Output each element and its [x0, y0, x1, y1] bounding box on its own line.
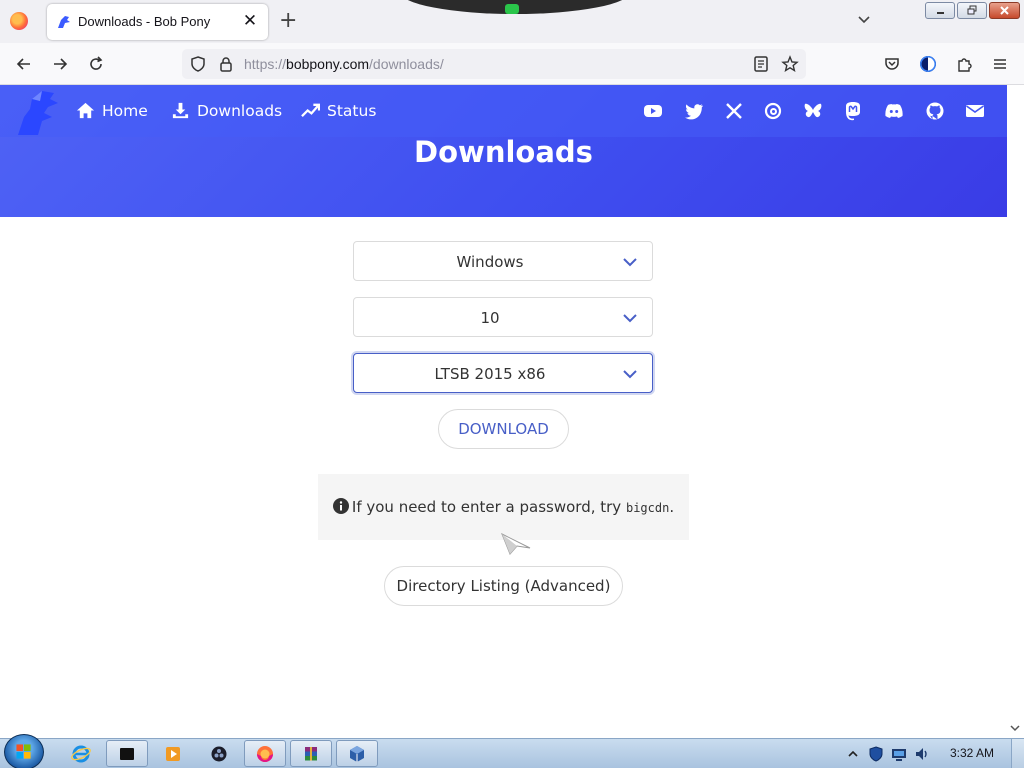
tab-list-icon[interactable] [856, 11, 872, 27]
taskbar-winrar[interactable] [290, 740, 332, 767]
notice-text: If you need to enter a password, try big… [318, 498, 689, 516]
nav-home-label: Home [102, 101, 148, 120]
chevron-down-icon [623, 314, 637, 323]
start-button[interactable] [4, 734, 44, 768]
account-icon[interactable] [918, 54, 938, 74]
terminal-icon [120, 747, 134, 760]
volume-icon[interactable] [914, 746, 930, 762]
bluesky-icon[interactable] [803, 101, 823, 121]
firefox-icon [257, 745, 273, 762]
password-code: bigcdn [625, 501, 670, 515]
taskbar-terminal[interactable] [106, 740, 148, 767]
restore-icon [967, 5, 976, 15]
browser-tab[interactable]: Downloads - Bob Pony ✕ [47, 4, 268, 40]
tab-close-icon[interactable]: ✕ [240, 11, 260, 31]
tab-strip: Downloads - Bob Pony ✕ + [0, 0, 1024, 43]
trend-icon [301, 103, 320, 118]
directory-listing-button[interactable]: Directory Listing (Advanced) [384, 566, 623, 606]
youtube-icon[interactable] [643, 101, 663, 121]
ie-icon [71, 745, 91, 762]
mastodon-icon[interactable] [843, 101, 863, 121]
media-player-icon [166, 746, 180, 761]
hamburger-menu-icon[interactable] [990, 54, 1010, 74]
nav-home-link[interactable]: Home [76, 101, 148, 120]
page-title: Downloads [414, 135, 593, 169]
obs-icon [211, 746, 227, 761]
taskbar-firefox[interactable] [244, 740, 286, 767]
taskbar-ie[interactable] [60, 740, 102, 767]
browser-toolbar: https://bobpony.com/downloads/ [0, 43, 1024, 85]
nav-downloads-link[interactable]: Downloads [171, 101, 282, 120]
minimize-button[interactable] [925, 2, 955, 19]
threads-icon[interactable] [763, 101, 783, 121]
window-controls [925, 2, 1020, 19]
extensions-icon[interactable] [954, 54, 974, 74]
security-shield-icon[interactable] [868, 746, 884, 762]
firefox-menu-icon[interactable] [10, 12, 28, 30]
url-bar[interactable]: https://bobpony.com/downloads/ [182, 49, 806, 79]
virtualbox-icon [350, 745, 364, 762]
email-icon[interactable] [965, 101, 985, 121]
bob-pony-logo[interactable] [12, 87, 62, 137]
windows-logo-icon [16, 744, 31, 759]
notice-period: . [669, 498, 675, 516]
lock-icon[interactable] [216, 54, 236, 74]
winrar-icon [305, 746, 317, 760]
taskbar-obs[interactable] [198, 740, 240, 767]
site-header: Home Downloads Status Downloads [0, 85, 1007, 217]
reload-icon[interactable] [86, 54, 106, 74]
close-icon [1000, 6, 1009, 15]
nav-status-label: Status [327, 101, 377, 120]
os-select-value: Windows [456, 253, 524, 271]
shield-icon[interactable] [188, 54, 208, 74]
url-text: https://bobpony.com/downloads/ [244, 56, 444, 72]
taskbar-media-player[interactable] [152, 740, 194, 767]
close-window-button[interactable] [989, 2, 1020, 19]
pocket-icon[interactable] [882, 54, 902, 74]
taskbar-virtualbox[interactable] [336, 740, 378, 767]
notch-indicator [505, 4, 519, 14]
bob-pony-favicon-icon [58, 16, 70, 28]
bookmark-star-icon[interactable] [780, 54, 800, 74]
taskbar-clock[interactable]: 3:32 AM [950, 746, 994, 760]
edition-select[interactable]: LTSB 2015 x86 [353, 353, 653, 393]
site-navbar: Home Downloads Status [0, 85, 1007, 137]
mouse-cursor-icon [501, 532, 531, 555]
nav-status-link[interactable]: Status [301, 101, 376, 120]
os-select[interactable]: Windows [353, 241, 653, 281]
tray-expand-icon[interactable] [845, 746, 861, 762]
notice-message: If you need to enter a password, try [351, 498, 622, 516]
network-icon[interactable] [891, 746, 907, 762]
twitter-icon[interactable] [684, 101, 704, 121]
restore-button[interactable] [957, 2, 987, 19]
version-select[interactable]: 10 [353, 297, 653, 337]
reader-icon[interactable] [751, 54, 771, 74]
show-desktop-button[interactable] [1011, 739, 1024, 768]
version-select-value: 10 [480, 309, 500, 327]
download-icon [172, 102, 189, 119]
github-icon[interactable] [925, 101, 945, 121]
tab-title: Downloads - Bob Pony [78, 14, 211, 29]
windows-taskbar: 3:32 AM [0, 734, 1024, 768]
new-tab-button[interactable]: + [279, 9, 297, 33]
nav-downloads-label: Downloads [197, 101, 283, 120]
forward-icon[interactable] [50, 54, 70, 74]
scroll-down-arrow-icon[interactable] [1009, 722, 1021, 734]
page-scrollbar[interactable] [1007, 85, 1024, 738]
discord-icon[interactable] [884, 101, 904, 121]
x-icon[interactable] [724, 101, 744, 121]
chevron-down-icon [623, 258, 637, 267]
download-button[interactable]: DOWNLOAD [438, 409, 569, 449]
home-icon [76, 102, 95, 119]
info-icon [332, 498, 349, 514]
minimize-icon [936, 12, 944, 14]
back-icon[interactable] [14, 54, 34, 74]
edition-select-value: LTSB 2015 x86 [434, 365, 546, 383]
chevron-down-icon [623, 370, 637, 379]
